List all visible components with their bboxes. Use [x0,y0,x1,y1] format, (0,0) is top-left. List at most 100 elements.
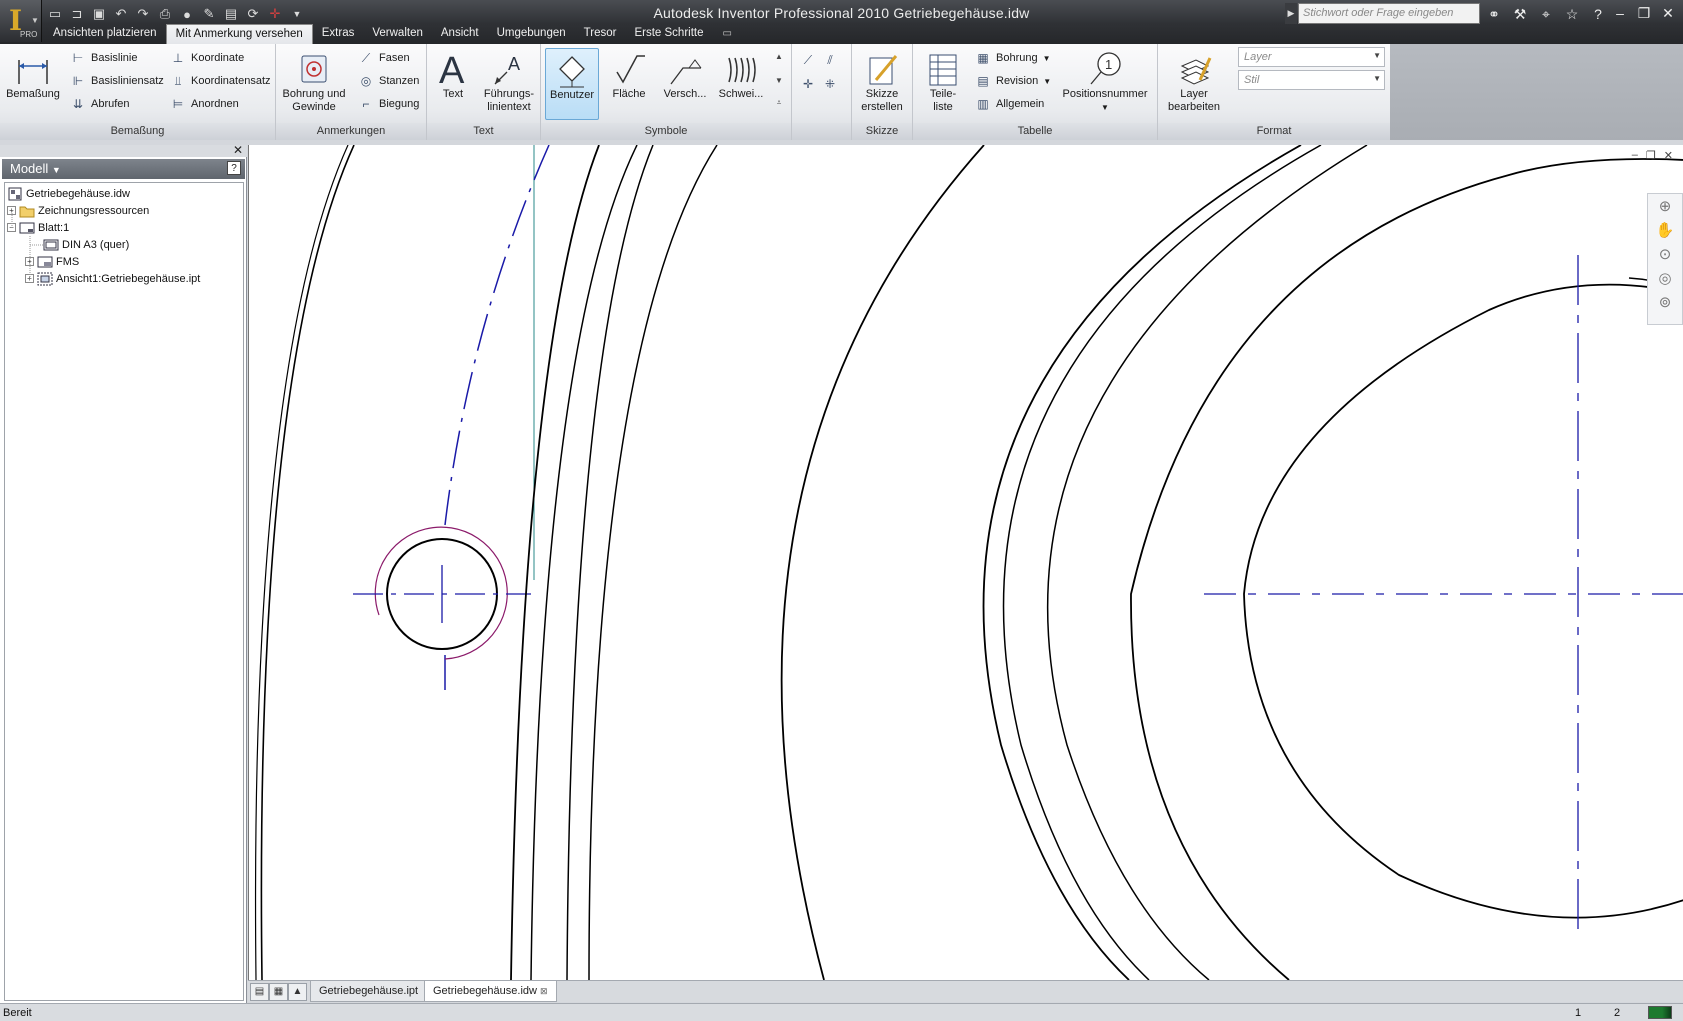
centerline-button[interactable]: ⟋ [800,50,816,70]
zoom-window-icon[interactable]: ◎ [1648,266,1682,290]
tab-umgebungen[interactable]: Umgebungen [488,24,575,44]
revision-table-icon: ▤ [977,74,989,88]
biegung-button[interactable]: ⌐ Biegung [358,94,419,114]
wrench-icon[interactable]: ⚒ [1510,4,1530,24]
panel-title-tabelle: Tabelle [913,123,1157,140]
centered-pattern-button[interactable]: ⁜ [822,74,838,94]
doc-tab-idw[interactable]: Getriebegehäuse.idw ⊠ [424,981,557,1002]
weld-leader-icon [670,59,702,85]
tab-ansicht[interactable]: Ansicht [432,24,488,44]
ribbon-minimize-icon[interactable]: ▭ [713,24,742,44]
document-list-icon[interactable]: ▲ [288,983,307,1001]
close-icon[interactable]: ✕ [1659,4,1677,22]
revisionstabelle-button[interactable]: ▤ Revision ▼ [975,71,1051,91]
panel-title-anmerkungen: Anmerkungen [276,123,426,140]
panel-title-symbole: Symbole [541,123,791,140]
minimize-icon[interactable]: – [1611,4,1629,22]
search-expand-icon[interactable]: ▶ [1285,3,1297,24]
close-icon[interactable]: ✕ [1664,149,1673,162]
bemassung-button[interactable]: Bemaßung [5,48,61,120]
teileliste-button[interactable]: Teile- liste [915,48,971,120]
basislinie-button[interactable]: ⊢ Basislinie [70,48,138,68]
chevron-down-icon: ▼ [1101,103,1109,112]
application-menu-button[interactable]: I PRO ▼ [0,0,42,42]
abrufen-button[interactable]: ⇊ Abrufen [70,94,130,114]
tab-mit-anmerkung-versehen[interactable]: Mit Anmerkung versehen [165,24,313,44]
status-count-2: 2 [1614,1007,1621,1019]
dimension-icon [18,60,48,84]
browser-header[interactable]: Modell ▼ ? [2,159,245,179]
cascade-windows-icon[interactable]: ▦ [269,983,288,1001]
surface-texture-icon [616,55,645,84]
star-icon[interactable]: ☆ [1562,4,1582,24]
help-icon[interactable]: ? [227,161,241,175]
close-icon[interactable]: ⊠ [540,986,548,996]
tab-erste-schritte[interactable]: Erste Schritte [625,24,712,44]
steering-wheel-icon[interactable]: ⊕ [1648,194,1682,218]
basisliniensatz-button[interactable]: ⊩ Basisliniensatz [70,71,164,91]
tree-lines [11,211,43,279]
minimize-icon[interactable]: – [1632,149,1638,162]
flange-arc-1 [510,145,600,980]
bearing-ring-4 [1130,158,1683,980]
help-toolbar: ⚭ ⚒ ⌖ ☆ ? [1484,4,1608,24]
gallery-down-icon[interactable]: ▼ [773,76,785,85]
close-icon[interactable]: ✕ [233,143,243,157]
text-button[interactable]: A Text [430,48,476,120]
tab-verwalten[interactable]: Verwalten [363,24,432,44]
help-icon[interactable]: ? [1588,4,1608,24]
symbol-benutzer-button[interactable]: Benutzer [545,48,599,120]
layer-select[interactable]: Layer ▼ [1238,47,1385,67]
layer-bearbeiten-button[interactable]: Layer bearbeiten [1164,48,1224,120]
satellite-icon[interactable]: ⌖ [1536,4,1556,24]
restore-icon[interactable]: ❐ [1646,149,1656,162]
symbol-schweissraupe-button[interactable]: Schwei... [714,48,768,120]
browser-tree: Getriebegehäuse.idw + Zeichnungsressourc… [4,182,244,1001]
centerline-bisector-button[interactable]: ⫽ [822,50,838,70]
centermark-button[interactable]: ✛ [800,74,816,94]
stanzen-button[interactable]: ◎ Stanzen [358,71,420,91]
browser-grip[interactable]: ✕ [0,143,247,157]
status-text: Bereit [3,1007,32,1019]
skizze-erstellen-button[interactable]: Skizze erstellen [854,48,910,120]
zoom-icon[interactable]: ⊙ [1648,242,1682,266]
outer-contour-arc-2 [254,145,349,980]
bearing-ring-2 [1002,145,1322,980]
bohrung-und-gewinde-button[interactable]: Bohrung und Gewinde [279,48,349,120]
balloon-icon: 1 [1090,52,1121,85]
panel-tabelle: Teile- liste ▦ Bohrung ▼ ▤ Revision ▼ ▥ Allge… [913,44,1158,140]
koordinate-button[interactable]: ⊥ Koordinate [170,48,244,68]
doc-tab-ipt[interactable]: Getriebegehäuse.ipt [310,981,428,1002]
anordnen-button[interactable]: ⊨ Anordnen [170,94,239,114]
bohrungstabelle-button[interactable]: ▦ Bohrung ▼ [975,48,1050,68]
tile-windows-icon[interactable]: ▤ [250,983,269,1001]
panel-symbole: Benutzer Fläche Versch... Schwei... ▲ ▼ … [541,44,792,140]
pan-icon[interactable]: ✋ [1648,218,1682,242]
bolt-circle-centerline [444,145,550,526]
bearing-ring-outer [982,145,1302,980]
user-symbol-icon [559,56,585,88]
tab-ansichten-platzieren[interactable]: Ansichten platzieren [44,24,166,44]
tab-extras[interactable]: Extras [313,24,364,44]
symbol-verschweissung-button[interactable]: Versch... [658,48,712,120]
allgemeine-tabelle-button[interactable]: ▥ Allgemein [975,94,1044,114]
zoom-all-icon[interactable]: ⊚ [1648,290,1682,314]
tab-tresor[interactable]: Tresor [575,24,626,44]
fuehrungslinientext-button[interactable]: A Führungs- linientext [479,48,539,120]
koordinatensatz-button[interactable]: ⫫ Koordinatensatz [170,71,271,91]
fasen-button[interactable]: ⟋ Fasen [358,48,410,68]
ordinate-icon: ⊥ [172,51,184,65]
positionsnummer-button[interactable]: 1 Positionsnummer ▼ [1055,48,1155,120]
symbol-flaeche-button[interactable]: Fläche [603,48,655,120]
bisector-icon: ⫽ [827,52,833,67]
binoculars-icon[interactable]: ⚭ [1484,4,1504,24]
ordinate-set-icon: ⫫ [174,73,182,88]
search-input[interactable]: Stichwort oder Frage eingeben [1298,3,1480,24]
drawing-canvas[interactable]: – ❐ ✕ ⊕ ✋ ⊙ ◎ ⊚ [248,145,1683,980]
restore-icon[interactable]: ❐ [1635,4,1653,22]
chevron-down-icon: ▼ [31,16,39,25]
style-select[interactable]: Stil ▼ [1238,70,1385,90]
bolt-hole-highlight-arc [374,526,508,660]
gallery-up-icon[interactable]: ▲ [773,52,785,61]
gallery-more-icon[interactable]: ⩡ [773,98,785,108]
